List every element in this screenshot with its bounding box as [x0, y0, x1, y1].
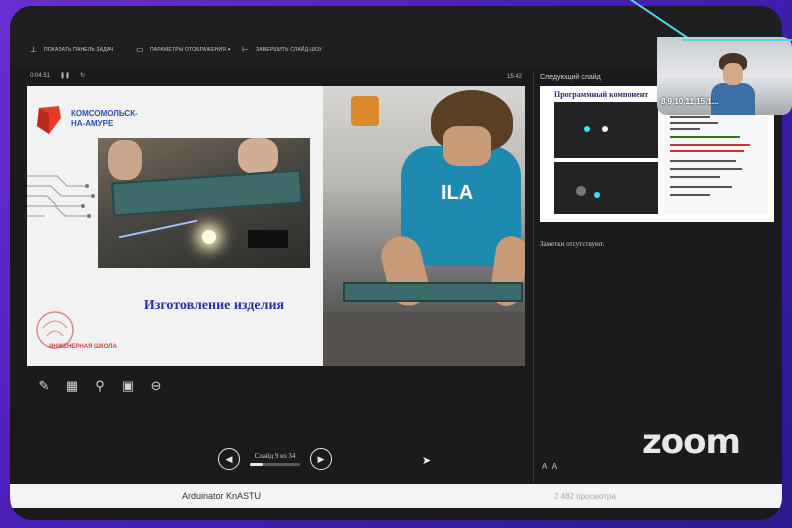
participant-name: 8,9,10,11,15,1...	[661, 97, 719, 106]
pen-icon[interactable]: ✎	[36, 378, 52, 394]
toolbar-end-show[interactable]: ⊢ Завершить слайд-шоу	[242, 46, 322, 54]
slide-navigation: ◀ Слайд 9 из 34 ▶	[218, 448, 332, 470]
panel-divider	[533, 72, 534, 482]
slide-progress-fill	[250, 463, 263, 466]
webcam-border	[682, 39, 792, 41]
next-slide-code-panel	[664, 102, 768, 214]
next-slide-screen-2	[554, 162, 658, 214]
slide-tools: ✎ ▦ ⚲ ▣ ⊖	[36, 378, 164, 394]
toolbar-show-taskbar-label: Показать панель задач	[44, 47, 114, 53]
toolbar-display-settings[interactable]: ▭ Параметры отображения ▾	[136, 46, 230, 54]
circuit-decoration	[27, 175, 95, 218]
school-logo-icon	[36, 311, 74, 349]
prev-slide-button[interactable]: ◀	[218, 448, 240, 470]
toolbar-show-taskbar[interactable]: ⊥ Показать панель задач	[30, 46, 114, 54]
display-icon: ▭	[136, 45, 144, 54]
mouse-cursor-icon: ➤	[422, 455, 432, 467]
end-show-icon: ⊢	[242, 45, 250, 54]
prev-icon: ◀	[225, 453, 233, 464]
speaker-notes: Заметки отсутствуют.	[540, 240, 605, 248]
next-icon: ▶	[317, 453, 325, 464]
next-slide-button[interactable]: ▶	[310, 448, 332, 470]
next-slide-label: Следующий слайд	[540, 74, 601, 81]
taskbar-icon: ⊥	[30, 45, 38, 54]
toolbar-display-settings-label: Параметры отображения ▾	[150, 47, 231, 53]
screen-icon[interactable]: ▣	[120, 378, 136, 394]
clock-time: 15:42	[507, 74, 523, 80]
participant-webcam: 8,9,10,11,15,1...	[657, 37, 792, 115]
next-slide-screen-1	[554, 102, 658, 158]
city-logo-icon	[37, 106, 61, 134]
channel-name[interactable]: Arduinator KnASTU	[182, 491, 261, 501]
toolbar-end-show-label: Завершить слайд-шоу	[256, 47, 323, 53]
next-slide-title: Программный компонент	[554, 90, 649, 99]
view-count: 2 482 просмотра	[554, 491, 616, 501]
slide-counter: Слайд 9 из 34	[254, 452, 296, 460]
slide-photo-student: ILA	[323, 86, 525, 366]
magnifier-icon[interactable]: ⚲	[92, 378, 108, 394]
stream-info-bar: Arduinator KnASTU 2 482 просмотра	[10, 484, 782, 508]
shirt-text: ILA	[441, 182, 474, 204]
zoom-logo: zoom	[642, 422, 741, 462]
layout-icon[interactable]: ▦	[64, 378, 80, 394]
slide-photo-assembly	[98, 138, 310, 268]
city-logo-line2: НА-АМУРЕ	[71, 119, 114, 128]
reset-icon[interactable]: ↻	[80, 72, 85, 79]
elapsed-time: 0:04:51	[30, 72, 51, 79]
slide-caption: Изготовление изделия	[143, 298, 285, 313]
more-icon[interactable]: ⊖	[148, 378, 164, 394]
city-logo-line1: КОМСОМОЛЬСК-	[71, 109, 138, 118]
timer-row: 0:04:51 ❚❚ ↻	[30, 72, 85, 80]
pause-icon[interactable]: ❚❚	[60, 72, 70, 79]
font-size-controls[interactable]: A A	[542, 462, 557, 471]
city-logo-text: КОМСОМОЛЬСК- НА-АМУРЕ	[71, 109, 138, 129]
slide-progress-bar	[250, 463, 300, 466]
current-slide: КОМСОМОЛЬСК- НА-АМУРЕ Изготовление издел…	[27, 86, 525, 366]
school-logo-text: ИНЖЕНЕРНАЯ ШКОЛА	[49, 344, 117, 350]
